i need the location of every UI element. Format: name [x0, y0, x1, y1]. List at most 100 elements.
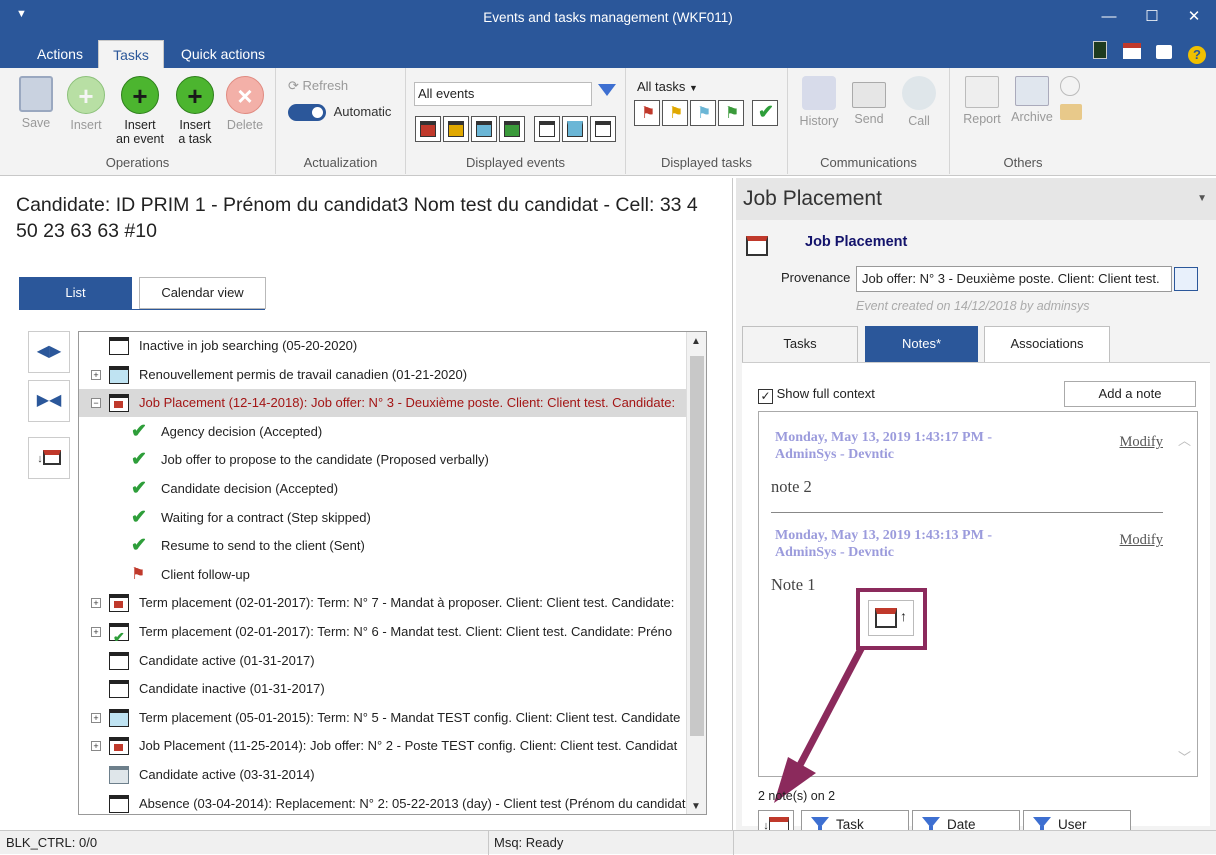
- agenda-icon[interactable]: [1122, 43, 1141, 59]
- clock-icon[interactable]: [1060, 76, 1080, 96]
- expand-icon[interactable]: +: [91, 627, 101, 637]
- collapse-icon[interactable]: −: [91, 398, 101, 409]
- archive-button[interactable]: Archive: [1007, 76, 1057, 124]
- event-type-green-icon[interactable]: [499, 116, 525, 142]
- tab-list[interactable]: List: [19, 277, 132, 309]
- sort-up-calendar-icon[interactable]: ↑: [868, 600, 914, 636]
- tree-event-row[interactable]: + Term placement (02-01-2017): Term: N° 7…: [79, 589, 686, 617]
- add-note-button[interactable]: Add a note: [1064, 381, 1196, 407]
- report-button[interactable]: Report: [957, 76, 1007, 126]
- expand-icon[interactable]: +: [91, 369, 101, 380]
- sort-calendar-icon[interactable]: ↓: [28, 437, 70, 479]
- scrollbar-thumb[interactable]: [690, 356, 704, 736]
- events-filter-dropdown[interactable]: All events: [414, 82, 592, 106]
- created-info: Event created on 14/12/2018 by adminsys: [856, 299, 1090, 313]
- tab-calendar-view[interactable]: Calendar view: [139, 277, 266, 309]
- tab-actions[interactable]: Actions: [22, 40, 98, 68]
- insert-event-icon: +: [121, 76, 159, 114]
- insert-event-button[interactable]: + Insert an event: [115, 76, 165, 146]
- tree-event-row[interactable]: + Renouvellement permis de travail canadi…: [79, 361, 686, 389]
- task-check-icon[interactable]: ✔: [752, 100, 778, 126]
- expand-horizontal-icon[interactable]: ◀▶: [28, 331, 70, 373]
- tree-row-label: Resume to send to the client (Sent): [161, 538, 365, 554]
- tree-task-row[interactable]: ✔ Agency decision (Accepted): [79, 418, 686, 446]
- tree-event-row[interactable]: + Job Placement (11-25-2014): Job offer: …: [79, 732, 686, 760]
- tree-task-row[interactable]: ⚑ Client follow-up: [79, 561, 686, 589]
- open-provenance-icon[interactable]: [1174, 267, 1198, 291]
- expand-icon[interactable]: +: [91, 712, 101, 723]
- automatic-toggle[interactable]: Automatic: [288, 104, 391, 122]
- task-flag-yellow-icon[interactable]: ⚑: [662, 100, 688, 126]
- checkmark-icon: ✔: [131, 506, 147, 528]
- report-icon: [965, 76, 999, 108]
- group-label-displayed-tasks: Displayed tasks: [660, 155, 753, 170]
- chevron-down-icon: ▼: [689, 83, 698, 93]
- modify-link[interactable]: Modify: [1120, 434, 1164, 451]
- tab-associations[interactable]: Associations: [984, 326, 1110, 362]
- tree-event-row[interactable]: + ✔ Term placement (02-01-2017): Term: N° …: [79, 618, 686, 646]
- tree-task-row[interactable]: ✔ Candidate decision (Accepted): [79, 475, 686, 503]
- task-flag-blue-icon[interactable]: ⚑: [690, 100, 716, 126]
- maximize-icon[interactable]: ☐: [1139, 6, 1165, 28]
- group-communications: History Send Call Communications: [788, 68, 950, 174]
- tab-quick-actions[interactable]: Quick actions: [170, 40, 276, 68]
- event-type-check-icon[interactable]: [534, 116, 560, 142]
- checkmark-icon: ✔: [131, 478, 147, 499]
- minimize-icon[interactable]: —: [1096, 6, 1122, 28]
- history-button[interactable]: History: [794, 76, 844, 128]
- expand-icon[interactable]: +: [91, 598, 101, 609]
- tree-row-label: Job Placement (11-25-2014): Job offer: N…: [139, 738, 678, 754]
- tree-task-row[interactable]: ✔ Resume to send to the client (Sent): [79, 532, 686, 560]
- event-type-red-icon[interactable]: [415, 116, 441, 142]
- close-icon[interactable]: ✕: [1181, 6, 1207, 28]
- call-button[interactable]: Call: [894, 76, 944, 128]
- events-panel: Candidate: ID PRIM 1 - Prénom du candida…: [0, 178, 733, 830]
- calendar-gray-icon: [109, 766, 129, 784]
- tab-tasks-detail[interactable]: Tasks: [742, 326, 858, 362]
- event-type-folder-icon[interactable]: [562, 116, 588, 142]
- tab-notes[interactable]: Notes*: [865, 326, 978, 362]
- show-full-context-checkbox[interactable]: ✓ Show full context: [758, 386, 875, 404]
- tree-task-row[interactable]: ✔ Waiting for a contract (Step skipped): [79, 504, 686, 532]
- tree-scrollbar[interactable]: ▲ ▼: [686, 332, 706, 814]
- scroll-down-icon[interactable]: ﹀: [1178, 747, 1191, 766]
- insert-task-button[interactable]: + Insert a task: [170, 76, 220, 146]
- help-icon[interactable]: ?: [1188, 46, 1206, 64]
- provenance-field[interactable]: Job offer: N° 3 - Deuxième poste. Client…: [856, 266, 1172, 292]
- filter-icon[interactable]: [598, 84, 616, 96]
- event-type-blue-icon[interactable]: [471, 116, 497, 142]
- tree-row-label: Term placement (02-01-2017): Term: N° 7 …: [139, 595, 675, 611]
- tree-task-row[interactable]: ✔ Job offer to propose to the candidate (…: [79, 446, 686, 474]
- tab-tasks[interactable]: Tasks: [98, 40, 164, 68]
- tree-event-row[interactable]: Candidate active (01-31-2017): [79, 647, 686, 675]
- event-type-blank-icon[interactable]: [590, 116, 616, 142]
- ribbon-tab-bar: Actions Tasks Quick actions ?: [0, 38, 1216, 68]
- collapse-horizontal-icon[interactable]: ▶◀: [28, 380, 70, 422]
- tree-event-row[interactable]: Absence (03-04-2014): Replacement: N° 2:…: [79, 790, 686, 814]
- expand-icon[interactable]: +: [91, 741, 101, 752]
- tree-event-row[interactable]: Candidate active (03-31-2014): [79, 761, 686, 789]
- tasks-filter-dropdown[interactable]: All tasks ▼: [637, 79, 698, 94]
- modify-link[interactable]: Modify: [1120, 532, 1164, 549]
- delete-button[interactable]: × Delete: [220, 76, 270, 132]
- calculator-icon[interactable]: [1093, 41, 1108, 59]
- scroll-up-icon[interactable]: ︿: [1178, 430, 1191, 449]
- save-button[interactable]: Save: [11, 76, 61, 130]
- transfer-icon[interactable]: [1060, 104, 1082, 120]
- insert-button[interactable]: + Insert: [61, 76, 111, 132]
- event-type-yellow-icon[interactable]: [443, 116, 469, 142]
- tree-row-label: Absence (03-04-2014): Replacement: N° 2:…: [139, 795, 686, 811]
- chevron-down-icon[interactable]: ▼: [1197, 178, 1207, 220]
- tree-event-row[interactable]: Inactive in job searching (05-20-2020): [79, 332, 686, 360]
- lock-icon[interactable]: [1156, 45, 1173, 59]
- task-flag-green-icon[interactable]: ⚑: [718, 100, 744, 126]
- tree-event-row[interactable]: − Job Placement (12-14-2018): Job offer: …: [79, 389, 686, 418]
- task-flag-red-icon[interactable]: ⚑: [634, 100, 660, 126]
- tree-event-row[interactable]: Candidate inactive (01-31-2017): [79, 675, 686, 703]
- group-operations: Save + Insert + Insert an event + Insert…: [0, 68, 276, 174]
- tree-event-row[interactable]: + Term placement (05-01-2015): Term: N° 5…: [79, 704, 686, 732]
- send-button[interactable]: Send: [844, 76, 894, 126]
- refresh-button[interactable]: ⟳ Refresh: [288, 78, 348, 94]
- event-title: Job Placement: [805, 234, 908, 250]
- insert-task-icon: +: [176, 76, 214, 114]
